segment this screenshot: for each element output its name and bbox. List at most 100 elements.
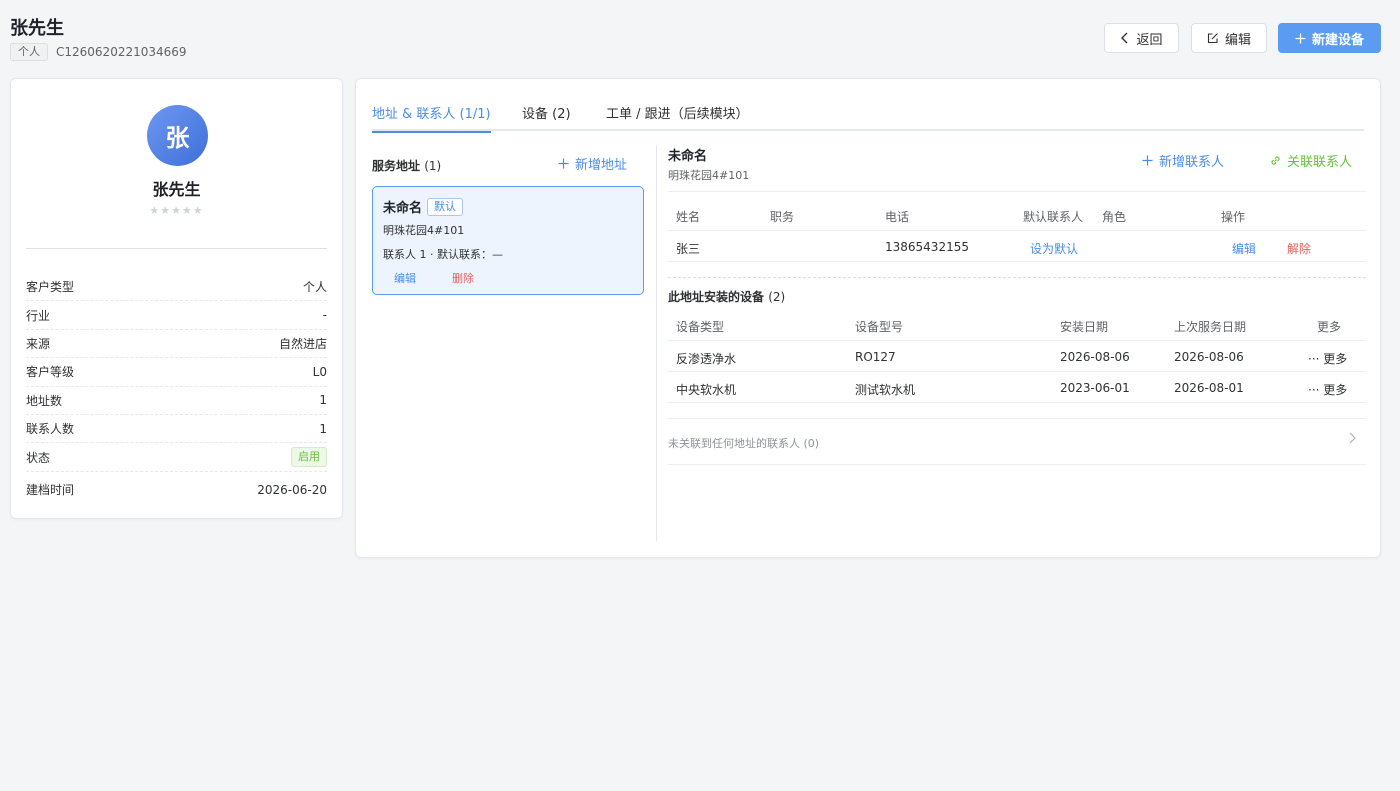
plus-icon [1142, 155, 1153, 166]
table-row: 反渗透净水 RO127 2026-08-06 2026-08-06 ··· 更多 [668, 341, 1366, 372]
new-device-button-label: 新建设备 [1311, 32, 1364, 48]
table-row: 中央软水机 测试软水机 2023-06-01 2026-08-01 ··· 更多 [668, 372, 1366, 403]
more-icon: ··· [1308, 383, 1324, 397]
chevron-left-icon [1121, 32, 1128, 44]
tab-bar: 地址 & 联系人 (1/1) 设备 (2) 工单 / 跟进（后续模块） [372, 103, 1364, 133]
address-card[interactable]: 未命名 默认 明珠花园4#101 联系人 1 · 默认联系：— 编辑 删除 [372, 186, 644, 295]
address-card-header: 未命名 默认 [383, 197, 633, 216]
address-count: (1) [424, 159, 442, 173]
set-default-link[interactable]: 设为默认 [1030, 240, 1078, 257]
more-button[interactable]: ··· 更多 [1308, 381, 1347, 398]
unlinked-contacts-collapse[interactable]: 未关联到任何地址的联系人 (0) [668, 419, 1366, 465]
detail-address-text: 明珠花园4#101 [668, 169, 750, 182]
info-row-industry: 行业 - [26, 301, 327, 330]
column-header: 更多 [1317, 320, 1342, 334]
tab-address-contacts[interactable]: 地址 & 联系人 (1/1) [372, 103, 491, 133]
star-rating[interactable]: ★★★★★ [11, 204, 342, 217]
column-header: 安装日期 [1060, 320, 1109, 334]
new-device-button[interactable]: 新建设备 [1278, 23, 1381, 53]
delete-address-link[interactable]: 删除 [452, 270, 474, 286]
customer-subheader: 个人 C1260620221034669 [10, 43, 187, 61]
device-type: 中央软水机 [676, 383, 737, 397]
devices-section-title: 此地址安装的设备 (2) [668, 288, 785, 305]
info-value: L0 [312, 364, 327, 379]
customer-name: 张先生 [152, 180, 201, 199]
table-header: 设备类型 设备型号 安装日期 上次服务日期 更多 [668, 310, 1366, 341]
edit-button-label: 编辑 [1224, 32, 1251, 48]
tab-devices[interactable]: 设备 (2) [522, 103, 571, 131]
info-value: 2026-06-20 [257, 482, 327, 497]
plus-icon [558, 158, 569, 169]
last-service-date: 2026-08-01 [1174, 381, 1244, 395]
contacts-table: 姓名 职务 电话 默认联系人 角色 操作 张三 13865432155 设为默认… [668, 200, 1366, 262]
add-address-button[interactable]: 新增地址 [558, 154, 627, 173]
column-header: 上次服务日期 [1174, 320, 1247, 334]
customer-profile-card: 张 张先生 ★★★★★ 客户类型 个人 行业 - 来源 自然进店 客户等级 L0 地址数… [10, 78, 343, 519]
detail-card: 地址 & 联系人 (1/1) 设备 (2) 工单 / 跟进（后续模块） 服务地址… [355, 78, 1381, 558]
column-header: 电话 [885, 210, 910, 224]
dashed-divider [668, 277, 1366, 278]
status-badge: 启用 [291, 447, 327, 468]
customer-info-list: 客户类型 个人 行业 - 来源 自然进店 客户等级 L0 地址数 1 联系人数 1 状态 启用… [26, 273, 327, 508]
info-row-source: 来源 自然进店 [26, 330, 327, 359]
edit-address-link[interactable]: 编辑 [394, 270, 416, 286]
info-label: 行业 [26, 308, 51, 323]
info-value: 1 [319, 421, 327, 436]
back-button-label: 返回 [1136, 32, 1163, 48]
detail-address-name: 未命名 [668, 149, 708, 164]
edit-icon [1207, 33, 1218, 44]
info-row-address-count: 地址数 1 [26, 387, 327, 415]
info-value: 自然进店 [278, 336, 327, 351]
devices-count: (2) [768, 290, 786, 304]
divider [668, 191, 1366, 192]
device-model: 测试软水机 [855, 383, 916, 397]
info-value: 个人 [302, 280, 327, 295]
contact-name: 张三 [676, 242, 701, 256]
info-value: 1 [319, 393, 327, 408]
address-contacts-meta: 联系人 1 · 默认联系：— [383, 248, 503, 261]
info-label: 联系人数 [26, 422, 75, 437]
table-header: 姓名 职务 电话 默认联系人 角色 操作 [668, 200, 1366, 231]
plus-icon [1295, 33, 1306, 43]
info-label: 地址数 [26, 393, 63, 408]
column-header: 操作 [1221, 210, 1246, 224]
info-label: 客户类型 [26, 280, 75, 295]
info-value: - [322, 308, 327, 323]
unlinked-contacts-label: 未关联到任何地址的联系人 (0) [668, 437, 820, 450]
tab-work-orders[interactable]: 工单 / 跟进（后续模块） [606, 103, 749, 131]
column-header: 角色 [1102, 210, 1127, 224]
add-contact-label: 新增联系人 [1158, 155, 1224, 170]
column-header: 默认联系人 [1023, 210, 1084, 224]
page-title: 张先生 [10, 18, 64, 39]
column-header: 职务 [770, 210, 795, 224]
info-label: 状态 [26, 450, 51, 465]
info-row-level: 客户等级 L0 [26, 358, 327, 387]
column-header: 设备型号 [855, 320, 904, 334]
install-date: 2026-08-06 [1060, 350, 1130, 364]
divider [26, 248, 327, 249]
edit-button[interactable]: 编辑 [1191, 23, 1267, 53]
device-model: RO127 [855, 350, 896, 364]
unlink-contact-link[interactable]: 解除 [1287, 240, 1311, 257]
contact-actions: 新增联系人 关联联系人 [1142, 151, 1352, 170]
back-button[interactable]: 返回 [1104, 23, 1179, 53]
devices-table: 设备类型 设备型号 安装日期 上次服务日期 更多 反渗透净水 RO127 202… [668, 310, 1366, 403]
add-contact-button[interactable]: 新增联系人 [1142, 151, 1224, 170]
info-row-customer-type: 客户类型 个人 [26, 273, 327, 302]
more-label: 更多 [1323, 352, 1348, 366]
info-row-status: 状态 启用 [26, 443, 327, 472]
edit-contact-link[interactable]: 编辑 [1232, 240, 1256, 257]
more-button[interactable]: ··· 更多 [1308, 350, 1347, 367]
link-contact-button[interactable]: 关联联系人 [1270, 151, 1352, 170]
info-label: 客户等级 [26, 365, 75, 380]
install-date: 2023-06-01 [1060, 381, 1130, 395]
address-actions: 编辑 删除 [383, 270, 633, 286]
last-service-date: 2026-08-06 [1174, 350, 1244, 364]
column-header: 姓名 [676, 210, 701, 224]
link-contact-label: 关联联系人 [1286, 155, 1352, 170]
chevron-right-icon [1349, 432, 1356, 444]
customer-id: C1260620221034669 [56, 45, 187, 59]
default-tag: 默认 [427, 197, 464, 216]
info-row-created: 建档时间 2026-06-20 [26, 472, 327, 508]
info-row-contact-count: 联系人数 1 [26, 415, 327, 444]
